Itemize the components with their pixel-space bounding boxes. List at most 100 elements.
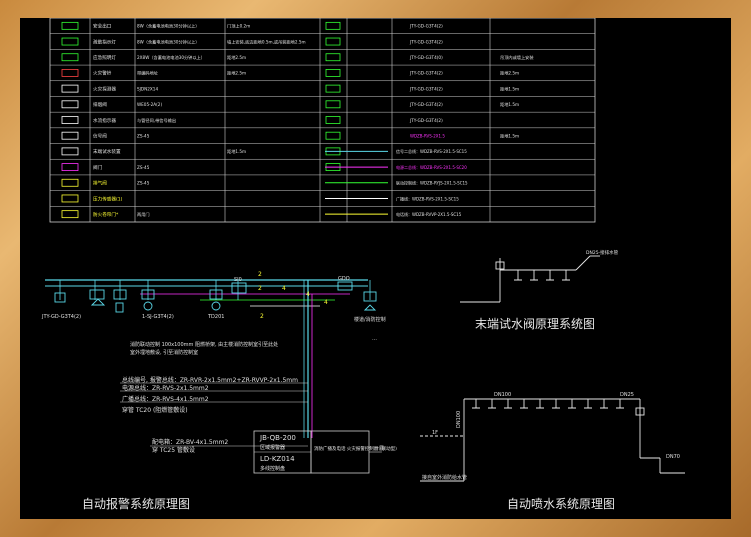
branch-label: 一层 <box>374 446 384 452</box>
alarm-note-2: 室外埋地敷设, 引至消防控制室 <box>130 349 198 356</box>
legend-spec: 2X8W（含蓄电池电池30分钟以上） <box>137 54 205 61</box>
alarm-system-diagram: JTY-GD-G3T4(2) 1-SJ-G3T4(2) TD201 SI0 GD… <box>41 271 397 511</box>
segment-number-3: 2 <box>260 313 264 320</box>
legend-symbol-icon-2 <box>325 84 341 93</box>
legend-note: 距地1.5m <box>500 85 519 91</box>
shutter-icon <box>363 304 377 311</box>
legend-name: 应急照明灯 <box>93 54 116 61</box>
sprinkler-title: 自动喷水系统原理图 <box>507 497 615 511</box>
legend-name: 火灾警铃 <box>93 70 112 77</box>
legend-code: JTY-GD-G3T4(2) <box>409 118 443 123</box>
test-valve-label: DN25-接排水管 <box>586 249 619 256</box>
legend-name: 火灾探测器 <box>93 85 116 92</box>
legend-symbol-icon <box>61 178 79 187</box>
legend-symbol-icon-2 <box>325 21 341 30</box>
legend-install: 距地1.5m <box>227 148 246 154</box>
cable-spec-1: 总线编号, 报警总线：ZR-RVR-2x1.5mm2+ZR-RVVP-2x1.5… <box>122 376 298 384</box>
device-label-2: 1-SJ-G3T4(2) <box>142 314 174 320</box>
legend-spec: ZS-45 <box>137 133 150 138</box>
panel-code-2: LD-KZ014 <box>260 455 295 463</box>
room-label: 楼道/消防控制 <box>354 316 386 323</box>
legend-name: 防火卷帘门* <box>93 211 119 218</box>
legend-install: 距地2.5m <box>227 54 246 60</box>
device-label-4: SI0 <box>234 277 242 283</box>
legend-name: 信号阀 <box>93 132 107 139</box>
legend-symbol-icon <box>61 69 79 77</box>
pipe-main-label: DN100 <box>494 392 511 398</box>
sprinkler-heads <box>475 399 621 408</box>
segment-number-5: 4 <box>306 291 310 298</box>
wood-frame: 安全出口 8W（含蓄电池电池30分钟以上） 门顶上0.2m JTY-GD-G3T4(2… <box>0 0 751 537</box>
speaker-icon <box>211 301 221 311</box>
legend-symbol-icon <box>61 37 79 46</box>
legend-install: 距地2.5m <box>227 70 246 76</box>
legend-symbol-icon-2 <box>325 69 341 77</box>
legend-spec: SJDN2X14 <box>137 86 158 91</box>
legend-line-text: 广播线：WDZB-RVS-2X1.5-SC15 <box>396 195 459 201</box>
alarm-bell-icon <box>90 298 106 306</box>
broadcast-panel-box <box>310 430 370 474</box>
pipe-riser-label: DN100 <box>456 411 462 428</box>
legend-symbol-icon-2 <box>325 116 341 124</box>
legend-pink-code: WDZB-RVS-2X1.5 <box>410 133 445 138</box>
legend-table-border <box>49 18 596 223</box>
legend-line-text: 联动控制线：WDZB-RYJS-2X1.5-SC15 <box>396 180 468 186</box>
segment-number-1: 2 <box>258 271 262 278</box>
legend-name: 疏散指示灯 <box>93 38 116 45</box>
cable-spec-2: 电源总线：ZR-RVS-2x1.5mm2 <box>122 384 209 392</box>
legend-spec: 两用门 <box>137 211 150 218</box>
legend-name: 阀门 <box>93 164 103 171</box>
alarm-system-title: 自动报警系统原理图 <box>82 496 190 511</box>
power-conduit-spec: 穿 TC25 管敷设 <box>152 446 195 454</box>
floor-label: 1F <box>432 430 438 436</box>
legend-symbol-icon <box>61 84 79 93</box>
base-label: 接自室外消防给水管 <box>422 474 467 481</box>
legend-name: 安全出口 <box>93 23 112 30</box>
segment-number-6: 4 <box>324 299 328 306</box>
legend-code: JTY-GD-G3T4(2) <box>409 39 443 44</box>
panel-label-2: 多线控制盘 <box>260 465 285 472</box>
legend-symbol-icon <box>61 131 79 140</box>
legend-install: 门顶上0.2m <box>227 23 250 30</box>
legend-line-text: 信号二总线：WDZB-RVS-2X1.5-SC15 <box>396 148 467 154</box>
legend-spec: 8W（含蓄电池电池30分钟以上） <box>137 38 199 45</box>
legend-line-text: 电源二总线：WDZB-RVS-2X1.5-SC20 <box>396 164 467 170</box>
legend-code: JTY-GD-G3T4(2) <box>409 86 443 91</box>
legend-name: 压力传感器(1) <box>93 195 123 202</box>
legend-note: 距地1.5m <box>500 132 519 138</box>
cable-spec-4: 穿管 TC20 (阻燃管敷设) <box>122 406 188 414</box>
legend-line-text: 电话线：WDZB-RVVP-2X1.5-SC15 <box>396 211 462 217</box>
segment-number-4: 4 <box>282 285 286 292</box>
legend-symbol-icon <box>61 194 79 203</box>
manual-button-icon <box>115 302 124 313</box>
legend-symbol-icon <box>61 210 79 219</box>
legend-spec: 8W（含蓄电池电池30分钟以上） <box>137 23 199 30</box>
cad-drawing-canvas: 安全出口 8W（含蓄电池电池30分钟以上） 门顶上0.2m JTY-GD-G3T4(2… <box>20 18 731 519</box>
legend-name: 排气阀 <box>93 180 107 187</box>
svg-text:…: … <box>372 336 377 342</box>
legend-name: 排烟阀 <box>93 101 107 108</box>
legend-name: 水流指示器 <box>93 117 116 124</box>
legend-spec: ZS-45 <box>137 181 150 186</box>
test-valve-diagram: DN25-接排水管 末端试水阀原理系统图 <box>460 249 619 331</box>
legend-note: 距地1.5m <box>500 101 519 107</box>
panel-label-1: 区域报警器 <box>260 444 285 451</box>
heat-detector-icon <box>143 301 153 311</box>
pipe-drain-label: DN70 <box>666 454 680 460</box>
legend-symbol-icon <box>61 53 79 62</box>
legend-symbol-icon <box>61 147 79 156</box>
legend-install: 墙上安装,底边距地0.5m,或吊装距地2.5m <box>227 38 306 45</box>
legend-code: JTY-GD-G3T4(0) <box>409 55 443 60</box>
legend-spec: 与管径同,带信号输出 <box>137 117 176 124</box>
panel-side-label: 消防广播及电话 火灾报警控制器 (联动型) <box>314 445 397 452</box>
legend-symbol-icon-2 <box>325 37 341 46</box>
device-label-5: GDO <box>338 276 350 282</box>
cad-drawing: 安全出口 8W（含蓄电池电池30分钟以上） 门顶上0.2m JTY-GD-G3T4(2… <box>41 18 685 511</box>
legend-symbol-icon <box>61 116 79 124</box>
sprinkler-diagram: DN100 DN25 DN100 DN70 1F 接自室外消防给水管 自动喷水系… <box>420 392 685 511</box>
device-label-1: JTY-GD-G3T4(2) <box>41 314 81 320</box>
pipe-branch-label: DN25 <box>620 392 634 398</box>
legend-table: 安全出口 8W（含蓄电池电池30分钟以上） 门顶上0.2m JTY-GD-G3T4(2… <box>49 18 596 223</box>
legend-code: JTY-GD-G3T4(2) <box>409 24 443 29</box>
legend-symbol-icon <box>61 100 79 109</box>
